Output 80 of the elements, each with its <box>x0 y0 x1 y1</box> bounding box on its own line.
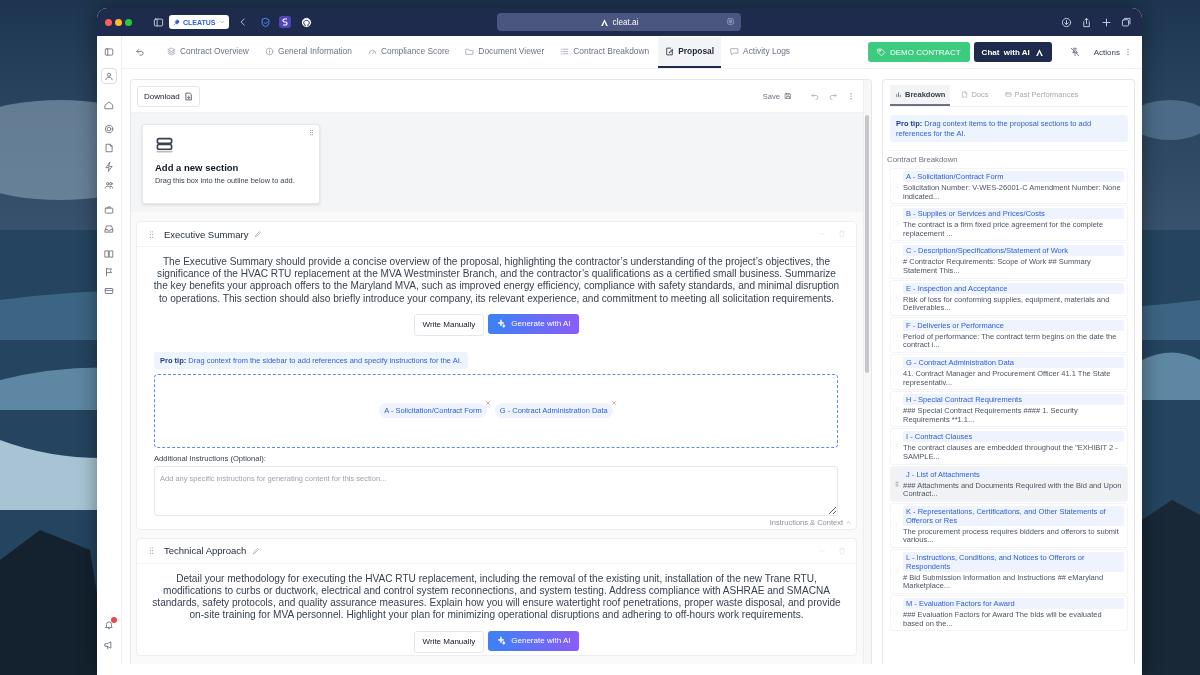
back-icon[interactable] <box>135 47 145 57</box>
info-icon <box>264 46 274 56</box>
logo-icon <box>599 17 609 27</box>
more-icon <box>1124 48 1132 56</box>
tag-icon <box>876 47 886 57</box>
bell-icon[interactable] <box>104 619 114 630</box>
scrollbar[interactable] <box>863 80 871 664</box>
section-title: Executive Summary <box>164 228 249 240</box>
folder-icon <box>465 46 475 56</box>
sidebar-icon[interactable] <box>153 16 164 28</box>
remove-icon[interactable] <box>610 400 617 407</box>
nav-tab[interactable]: Compliance Score <box>360 36 457 68</box>
list-icon <box>560 46 570 56</box>
edit-icon[interactable] <box>252 546 261 555</box>
layers-icon <box>167 46 176 56</box>
stack-icon <box>155 135 174 154</box>
edit-document-icon <box>665 46 675 56</box>
rocket-icon <box>173 18 180 26</box>
book-icon[interactable] <box>104 249 114 259</box>
share-icon[interactable] <box>1081 16 1092 28</box>
edit-icon[interactable] <box>254 230 263 238</box>
document-icon <box>961 91 969 98</box>
nav-tab[interactable]: Contract Overview <box>160 36 256 68</box>
remove-icon[interactable] <box>484 400 491 407</box>
pin-off-icon[interactable] <box>1069 47 1080 57</box>
extension-icon[interactable] <box>278 16 291 28</box>
section-description: Detail your methodology for executing the HVAC RTU replacement, including the removal of the existing unit, installation of the new Trane RTU, modifications to curbs or ductwork, electrical and control system reconnections, and system testing. Address compliance with ASHRAE and SMACNA standards, safety protocols, and quality assurance measures. Explain how you will ensure watertight roof penetrations, proper waste disposal, and provide on-site training for MVA personnel. Highlight your plan for minimizing operational disruptions and adhering to off-hours work requirements. <box>151 571 842 622</box>
drag-handle-icon[interactable] <box>147 546 156 556</box>
drag-handle-icon[interactable] <box>894 480 900 487</box>
new-tab-icon[interactable] <box>1101 16 1112 28</box>
nav-tab[interactable]: General Information <box>257 36 359 68</box>
briefcase-icon[interactable] <box>104 205 114 215</box>
home-icon[interactable] <box>104 100 114 110</box>
undo-icon[interactable] <box>811 92 819 100</box>
drag-handle-icon[interactable] <box>147 229 156 239</box>
maximize-button[interactable] <box>125 18 132 26</box>
chat-icon <box>730 46 740 56</box>
write-manually-button[interactable]: Write Manually <box>413 313 485 336</box>
inbox-icon[interactable] <box>104 224 114 234</box>
megaphone-icon[interactable] <box>104 639 114 650</box>
generate-with-ai-button[interactable]: Generate with AI <box>488 313 580 334</box>
reader-icon[interactable] <box>726 17 735 26</box>
document-icon[interactable] <box>104 143 114 153</box>
generate-with-ai-button[interactable]: Generate with AI <box>488 630 580 651</box>
tabs-icon[interactable] <box>1121 16 1132 28</box>
chevron-down-icon <box>218 19 225 25</box>
minimize-button[interactable] <box>115 18 122 26</box>
user-icon[interactable] <box>104 71 114 81</box>
close-button[interactable] <box>105 18 112 26</box>
actions-button[interactable]: Actions <box>1093 47 1132 57</box>
chat-with-ai-button[interactable]: Chat with AI <box>973 42 1052 62</box>
save-icon <box>784 92 792 100</box>
nav-tab[interactable]: Contract Breakdown <box>553 36 657 68</box>
address-bar[interactable]: cleat.ai <box>497 13 741 31</box>
section-description: The Executive Summary should provide a concise overview of the proposal, highlighting the contractor’s understanding of the project’s objectives, the significance of the HVAC RTU replacement at the MVA Westminster Branch, and the contractor’s qualifications as a certified small business. Summarize the key benefits your approach offers to the Maryland MVA, such as improved energy efficiency, compliance with safety standards, and minimal disruption to operations. This section should also briefly introduce your company, its relevant experience, and commitment to meeting all solicitation requirements. <box>152 255 841 305</box>
card-title: Add a new section <box>155 162 240 173</box>
chevron-up-icon <box>845 518 852 526</box>
shield-icon[interactable] <box>259 16 271 28</box>
nav-tab[interactable]: Activity Logs <box>723 36 798 68</box>
nav-tab[interactable]: Proposal <box>658 36 722 68</box>
people-icon[interactable] <box>104 180 114 190</box>
drag-handle-icon[interactable] <box>308 129 315 136</box>
write-manually-button[interactable]: Write Manually <box>413 630 485 653</box>
download-button[interactable]: Download <box>137 85 200 107</box>
section-title: Technical Approach <box>164 545 247 557</box>
card-icon[interactable] <box>104 286 114 296</box>
card-icon <box>1004 91 1012 98</box>
logo-icon <box>1034 47 1044 57</box>
redo-icon[interactable] <box>829 92 837 100</box>
sparkle-icon <box>497 319 507 329</box>
bar-chart-icon <box>895 91 902 98</box>
target-icon[interactable] <box>104 124 114 134</box>
downloads-icon[interactable] <box>1061 16 1072 28</box>
lightning-icon[interactable] <box>104 162 114 172</box>
sidebar-toggle-icon[interactable] <box>104 47 114 57</box>
download-file-icon <box>183 91 193 101</box>
flag-icon[interactable] <box>104 267 114 277</box>
nav-tab[interactable]: Document Viewer <box>458 36 552 68</box>
more-icon[interactable] <box>847 92 855 100</box>
sparkle-icon <box>497 636 507 646</box>
